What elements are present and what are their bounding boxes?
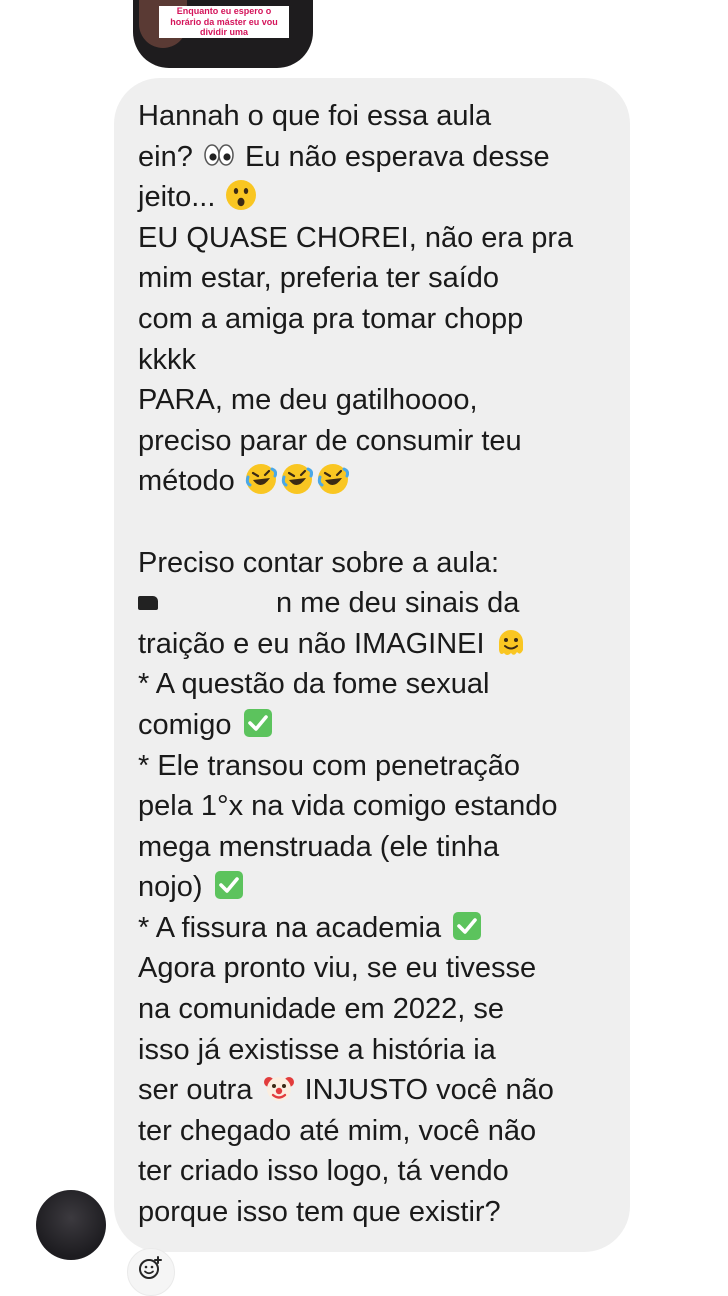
message-line: isso já existisse a história ia — [138, 1033, 496, 1066]
message-line: Agora pronto viu, se eu tivesse — [138, 952, 537, 985]
message-line: Preciso contar sobre a aula: — [138, 546, 500, 579]
check-mark-icon — [451, 910, 483, 942]
message-line: ein? Eu não esperava desse — [138, 139, 550, 173]
message-line: porque isso tem que existir? — [138, 1196, 501, 1229]
message-line: * A fissura na academia — [138, 908, 620, 949]
astonished-face-icon — [225, 179, 257, 211]
message-line: * Ele transou com penetração — [138, 749, 521, 782]
message-line: nojo) — [138, 867, 620, 908]
check-mark-icon — [213, 869, 245, 901]
message-line: mega menstruada (ele tinha — [138, 830, 500, 863]
story-caption: Enquanto eu espero o horário da máster e… — [159, 6, 289, 38]
message-line: ser outra INJUSTO você não — [138, 1072, 554, 1107]
message-line: pela 1°x na vida comigo estando — [138, 790, 558, 823]
message-line: mim estar, preferia ter saído — [138, 262, 500, 295]
rofl-emoji-icon — [317, 463, 349, 495]
clown-face-icon — [263, 1072, 295, 1104]
message-line: kkkk — [138, 343, 196, 376]
message-line: com a amiga pra tomar chopp — [138, 302, 524, 335]
rofl-emoji-icon — [281, 463, 313, 495]
rofl-emoji-icon — [245, 463, 277, 495]
message-line: PARA, me deu gatilhoooo, — [138, 384, 478, 417]
message-line: Hannah o que foi essa aula — [138, 100, 492, 132]
eyes-emoji-icon — [203, 139, 235, 171]
message-line: preciso parar de consumir teu — [138, 424, 522, 457]
message-line: * A questão da fome sexual — [138, 668, 490, 701]
message-line: comigo — [138, 705, 620, 746]
message-line: EU QUASE CHOREI, não era pra — [138, 221, 574, 254]
redacted-name — [138, 588, 276, 619]
story-reply-thumbnail[interactable]: Enquanto eu espero o horário da máster e… — [133, 0, 313, 68]
message-line: na comunidade em 2022, se — [138, 993, 504, 1026]
message-line: jeito... — [138, 177, 620, 218]
message-line: método — [138, 461, 620, 502]
add-reaction-button[interactable] — [127, 1248, 175, 1296]
message-bubble[interactable]: Hannah o que foi essa aula ein? Eu não e… — [114, 78, 630, 1252]
sender-avatar[interactable] — [36, 1190, 106, 1260]
add-reaction-icon — [139, 1256, 162, 1279]
message-line: ter chegado até mim, você não — [138, 1114, 537, 1147]
melting-face-icon — [495, 626, 527, 658]
message-line: ter criado isso logo, tá vendo — [138, 1155, 509, 1188]
check-mark-icon — [242, 707, 274, 739]
message-line: traição e eu não IMAGINEI — [138, 624, 620, 665]
message-line: n me deu sinais da — [138, 583, 620, 624]
